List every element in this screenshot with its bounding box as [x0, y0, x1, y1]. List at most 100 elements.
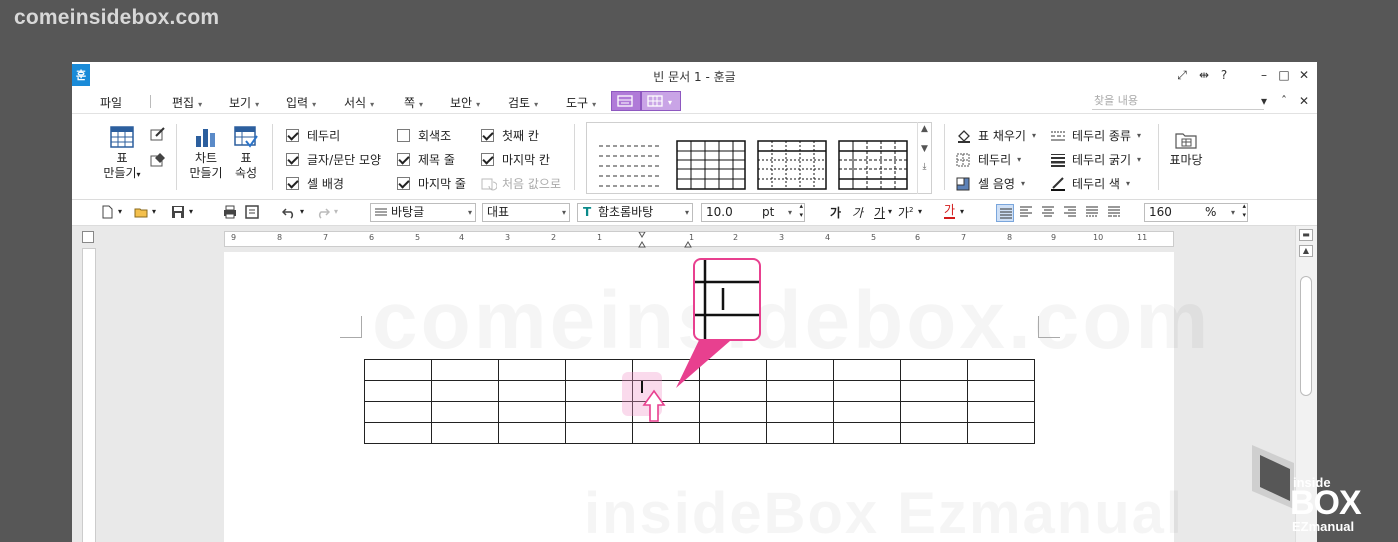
table-cell[interactable] — [900, 422, 968, 444]
table-make-button[interactable]: 표 만들기▾ — [100, 126, 144, 182]
menu-page[interactable]: 쪽 ▾ — [404, 94, 423, 111]
gallery-up-icon[interactable]: ▲ — [918, 124, 931, 134]
table-cell[interactable] — [967, 380, 1035, 402]
style-select[interactable]: 바탕글 ▾ — [370, 203, 476, 222]
menu-edit[interactable]: 편집 ▾ — [172, 94, 202, 111]
table-cell[interactable] — [498, 359, 566, 381]
align-distribute-icon[interactable] — [1085, 205, 1101, 219]
open-dropdown[interactable]: ▾ — [152, 205, 166, 219]
check-cell-bg[interactable]: 셀 배경 — [286, 175, 344, 192]
table-cell[interactable] — [565, 422, 633, 444]
align-left-icon[interactable] — [1019, 205, 1035, 219]
menu-review[interactable]: 검토 ▾ — [508, 94, 538, 111]
check-char-para[interactable]: 글자/문단 모양 — [286, 151, 381, 168]
table-cell[interactable] — [431, 422, 499, 444]
vertical-ruler[interactable] — [82, 248, 96, 542]
table-style-thumbnails[interactable] — [587, 123, 927, 195]
border-color-button[interactable]: 테두리 색 ▾ — [1050, 175, 1130, 192]
table-cell[interactable] — [967, 401, 1035, 423]
table-cell[interactable] — [833, 401, 901, 423]
gallery-scroll[interactable]: ▲ ▼ ⤓ — [917, 122, 931, 194]
table-cell[interactable] — [967, 422, 1035, 444]
zoom-spinner[interactable]: ▴ ▾ — [1242, 204, 1246, 220]
ruler-toggle[interactable] — [82, 231, 94, 243]
table-cell[interactable] — [431, 401, 499, 423]
font-color-button[interactable]: 가 — [944, 204, 956, 219]
cell-edit-icon[interactable] — [150, 126, 166, 142]
open-folder-icon[interactable] — [134, 205, 148, 219]
scroll-thumb[interactable] — [1300, 276, 1312, 396]
underline-dropdown[interactable]: ▾ — [888, 207, 892, 216]
print-icon[interactable] — [223, 205, 237, 219]
font-size-input[interactable]: 10.0 pt ▾ ▴ ▾ — [701, 203, 805, 222]
menu-file[interactable]: 파일 — [100, 94, 122, 111]
menu-insert[interactable]: 입력 ▾ — [286, 94, 316, 111]
check-last-row[interactable]: 마지막 줄 — [397, 175, 466, 192]
maximize-icon[interactable]: □ — [1276, 67, 1292, 83]
table-cell[interactable] — [632, 422, 700, 444]
collapse-ribbon-icon[interactable]: ˆ — [1276, 93, 1292, 109]
table-cell[interactable] — [364, 380, 432, 402]
table-cell[interactable] — [498, 380, 566, 402]
check-title-row[interactable]: 제목 줄 — [397, 151, 455, 168]
new-doc-dropdown[interactable]: ▾ — [118, 205, 132, 219]
split-icon[interactable]: ⇹ — [1196, 67, 1212, 83]
table-cell[interactable] — [699, 401, 767, 423]
italic-button[interactable]: 가 — [852, 204, 863, 221]
scroll-top-icon[interactable]: ▬ — [1299, 229, 1313, 241]
check-grayscale[interactable]: 회색조 — [397, 127, 451, 144]
zoom-input[interactable]: 160 % ▾ ▴ ▾ — [1144, 203, 1248, 222]
table-madang-button[interactable]: 표마당 — [1164, 130, 1208, 168]
redo-icon[interactable] — [316, 205, 330, 219]
reset-default-button[interactable]: 처음 값으로 — [481, 175, 561, 192]
table-cell[interactable] — [364, 359, 432, 381]
align-justify-icon[interactable] — [996, 204, 1014, 222]
save-dropdown[interactable]: ▾ — [189, 205, 203, 219]
table-cell[interactable] — [967, 359, 1035, 381]
menu-tools[interactable]: 도구 ▾ — [566, 94, 596, 111]
table-cell[interactable] — [498, 422, 566, 444]
border-width-button[interactable]: 테두리 굵기 ▾ — [1050, 151, 1141, 168]
search-dropdown-icon[interactable]: ▾ — [1256, 93, 1272, 109]
scroll-up-icon[interactable]: ▲ — [1299, 245, 1313, 257]
table-fill-button[interactable]: 표 채우기 ▾ — [956, 127, 1036, 144]
align-center-icon[interactable] — [1041, 205, 1057, 219]
underline-button[interactable]: 가 — [874, 204, 885, 221]
search-input[interactable]: 찾을 내용 — [1092, 92, 1264, 110]
table-cell[interactable] — [766, 401, 834, 423]
undo-icon[interactable] — [282, 205, 296, 219]
chart-make-button[interactable]: 차트 만들기 — [184, 126, 228, 181]
border-type-button[interactable]: 테두리 종류 ▾ — [1050, 127, 1141, 144]
redo-dropdown[interactable]: ▾ — [334, 205, 348, 219]
cell-shade-button[interactable]: 셀 음영 ▾ — [956, 175, 1025, 192]
bold-button[interactable]: 가 — [830, 204, 841, 221]
close-icon[interactable]: ✕ — [1296, 67, 1312, 83]
table-cell[interactable] — [364, 401, 432, 423]
document-page[interactable]: comeinsidebox.com insideBox Ezmanual — [224, 252, 1208, 542]
table-cell[interactable] — [833, 359, 901, 381]
table-cell[interactable] — [833, 422, 901, 444]
doc-close-icon[interactable]: ✕ — [1296, 93, 1312, 109]
table-cell[interactable] — [498, 401, 566, 423]
table-cell[interactable] — [833, 380, 901, 402]
check-last-col[interactable]: 마지막 칸 — [481, 151, 550, 168]
font-size-spinner[interactable]: ▴ ▾ — [799, 204, 803, 220]
menu-security[interactable]: 보안 ▾ — [450, 94, 480, 111]
menu-view[interactable]: 보기 ▾ — [229, 94, 259, 111]
check-border[interactable]: 테두리 — [286, 127, 340, 144]
align-divide-icon[interactable] — [1107, 205, 1123, 219]
horizontal-ruler[interactable]: 9 8 7 6 5 4 3 2 1 1 2 3 4 5 6 7 8 9 10 1… — [224, 231, 1174, 248]
help-icon[interactable]: ? — [1216, 67, 1232, 83]
check-first-col[interactable]: 첫째 칸 — [481, 127, 539, 144]
gallery-down-icon[interactable]: ▼ — [918, 144, 931, 154]
menu-format[interactable]: 서식 ▾ — [344, 94, 374, 111]
strike-dropdown[interactable]: ▾ — [918, 207, 922, 216]
para-style-select[interactable]: 대표 ▾ — [482, 203, 570, 222]
table-cell[interactable] — [900, 359, 968, 381]
border-button[interactable]: 테두리 ▾ — [956, 151, 1021, 168]
align-right-icon[interactable] — [1063, 205, 1079, 219]
table-layout-tab[interactable]: ▾ — [641, 91, 681, 111]
table-cell[interactable] — [900, 401, 968, 423]
table-cell[interactable] — [766, 422, 834, 444]
fullscreen-icon[interactable]: ⤢ — [1174, 67, 1190, 83]
